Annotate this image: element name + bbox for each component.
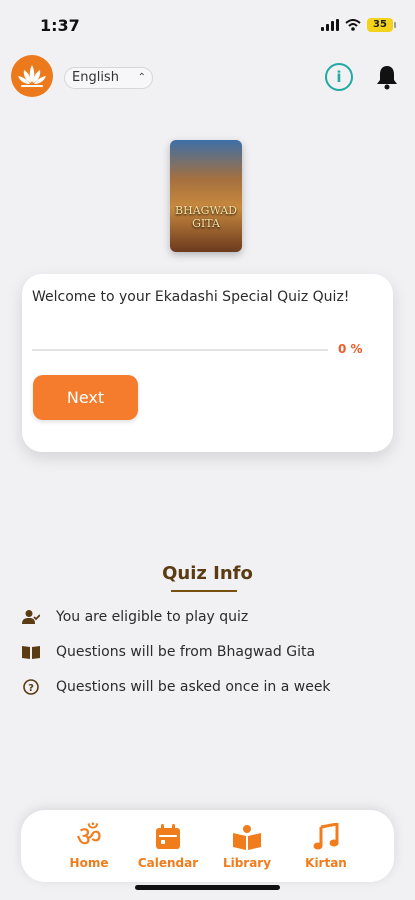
user-check-icon — [22, 608, 40, 626]
quiz-info-title: Quiz Info — [162, 563, 253, 584]
nav-label-calendar: Calendar — [137, 856, 199, 870]
quiz-progress-bar — [32, 349, 328, 351]
language-select[interactable]: English ⌃ — [64, 67, 153, 89]
info-icon[interactable]: i — [325, 63, 353, 91]
language-select-value: English — [72, 70, 119, 85]
quiz-info-item: You are eligible to play quiz — [22, 606, 248, 628]
music-note-icon — [286, 820, 366, 854]
nav-item-library[interactable]: Library — [207, 820, 287, 870]
status-icons: 35 — [321, 18, 396, 32]
chevron-updown-icon: ⌃ — [137, 72, 146, 83]
nav-item-kirtan[interactable]: Kirtan — [286, 820, 366, 870]
nav-label-library: Library — [222, 856, 272, 870]
home-indicator — [135, 885, 280, 890]
book-cover-title-line1: BHAGWAD — [175, 204, 237, 217]
bell-icon[interactable] — [373, 63, 401, 91]
quiz-info-item: ? Questions will be asked once in a week — [22, 676, 331, 698]
quiz-welcome-text: Welcome to your Ekadashi Special Quiz Qu… — [32, 289, 350, 305]
om-icon: ॐ — [76, 820, 102, 853]
nav-label-home: Home — [69, 856, 109, 870]
quiz-info-item: Questions will be from Bhagwad Gita — [22, 641, 315, 663]
status-time: 1:37 — [40, 16, 80, 35]
library-book-icon — [207, 820, 287, 854]
quiz-info-underline — [171, 590, 237, 592]
open-book-icon — [22, 643, 40, 661]
quiz-progress-label: 0 % — [338, 342, 363, 356]
quiz-info-text: Questions will be asked once in a week — [56, 679, 331, 695]
nav-label-kirtan: Kirtan — [305, 856, 347, 870]
bhagwad-gita-book-cover: BHAGWAD GITA — [170, 140, 242, 252]
status-bar: 1:37 35 — [0, 0, 415, 52]
calendar-icon — [128, 820, 208, 854]
svg-text:?: ? — [28, 683, 34, 694]
book-cover-title-line2: GITA — [192, 217, 220, 230]
battery-indicator: 35 — [367, 18, 396, 32]
cellular-signal-icon — [321, 19, 339, 31]
quiz-card: Welcome to your Ekadashi Special Quiz Qu… — [22, 274, 393, 452]
next-button[interactable]: Next — [33, 375, 138, 420]
book-cover-title: BHAGWAD GITA — [170, 204, 242, 230]
question-circle-icon: ? — [22, 678, 40, 696]
quiz-info-text: You are eligible to play quiz — [56, 609, 249, 625]
app-header: English ⌃ i — [0, 55, 415, 101]
quiz-info-text: Questions will be from Bhagwad Gita — [56, 644, 316, 660]
lotus-logo-icon[interactable] — [11, 55, 53, 97]
nav-item-calendar[interactable]: Calendar — [128, 820, 208, 870]
bottom-nav: ॐ Home Calendar Library Kirtan — [21, 810, 394, 882]
nav-item-home[interactable]: ॐ Home — [49, 820, 129, 870]
wifi-icon — [345, 19, 361, 31]
